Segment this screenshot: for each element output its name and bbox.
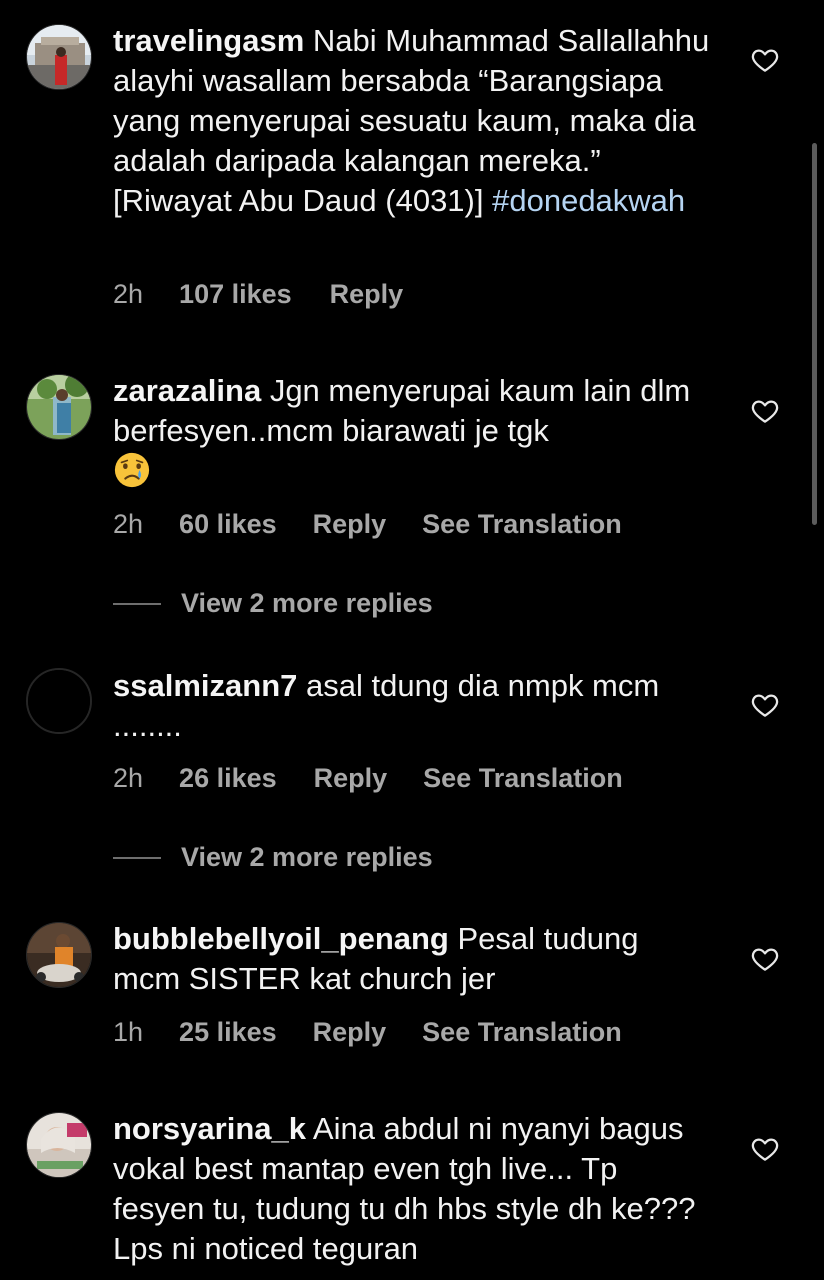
comment-username[interactable]: norsyarina_k [113,1111,306,1146]
comment-username[interactable]: travelingasm [113,23,304,58]
avatar[interactable] [26,24,92,90]
see-translation-button[interactable]: See Translation [422,1015,622,1049]
empty-avatar-icon [28,670,90,732]
comment-meta: 2h 60 likes Reply See Translation [113,507,622,541]
avatar[interactable] [26,922,92,988]
avatar-photo-icon [27,375,91,439]
view-replies-label: View 2 more replies [181,588,433,618]
comment-hashtag[interactable]: #donedakwah [492,183,685,218]
likes-count[interactable]: 25 likes [179,1015,277,1049]
heart-outline-icon[interactable] [750,396,780,426]
heart-outline-icon[interactable] [750,1134,780,1164]
comment-username[interactable]: bubblebellyoil_penang [113,921,449,956]
comment-meta: 1h 25 likes Reply See Translation [113,1015,622,1049]
comment-text: travelingasm Nabi Muhammad Sallallahhu a… [113,21,713,221]
likes-count[interactable]: 60 likes [179,507,277,541]
comment-text: norsyarina_k Aina abdul ni nyanyi bagus … [113,1109,713,1269]
comment-text: bubblebellyoil_penang Pesal tudung mcm S… [113,919,713,999]
view-replies-label: View 2 more replies [181,842,433,872]
view-replies-button[interactable]: View 2 more replies [113,840,613,874]
heart-outline-icon[interactable] [750,690,780,720]
heart-outline-icon[interactable] [750,45,780,75]
scrollbar[interactable] [812,143,817,525]
comment-username[interactable]: zarazalina [113,373,261,408]
comment-time: 2h [113,279,144,309]
see-translation-button[interactable]: See Translation [422,507,622,541]
reply-button[interactable]: Reply [313,507,387,541]
avatar[interactable] [26,1112,92,1178]
reply-button[interactable]: Reply [314,761,388,795]
comment-meta: 2h 26 likes Reply See Translation [113,761,623,795]
comment-time: 2h [113,509,144,539]
heart-outline-icon[interactable] [750,944,780,974]
replies-divider [113,857,161,859]
likes-count[interactable]: 26 likes [179,761,277,795]
comment-time: 2h [113,763,144,793]
reply-button[interactable]: Reply [313,1015,387,1049]
comment-text: zarazalina Jgn menyerupai kaum lain dlm … [113,371,713,493]
comment-item: travelingasm Nabi Muhammad Sallallahhu a… [0,0,824,330]
avatar-photo-icon [27,1113,91,1177]
avatar[interactable] [26,374,92,440]
comment-meta: 2h 107 likes Reply [113,277,403,311]
avatar-photo-icon [27,25,91,89]
comment-username[interactable]: ssalmizann7 [113,668,297,703]
avatar[interactable] [26,668,92,734]
comment-time: 1h [113,1017,144,1047]
avatar-photo-icon [27,923,91,987]
crying-face-emoji-icon [114,452,150,488]
comment-text: ssalmizann7 asal tdung dia nmpk mcm ....… [113,666,713,746]
reply-button[interactable]: Reply [330,277,404,311]
see-translation-button[interactable]: See Translation [423,761,623,795]
view-replies-button[interactable]: View 2 more replies [113,586,613,620]
replies-divider [113,603,161,605]
likes-count[interactable]: 107 likes [179,277,292,311]
